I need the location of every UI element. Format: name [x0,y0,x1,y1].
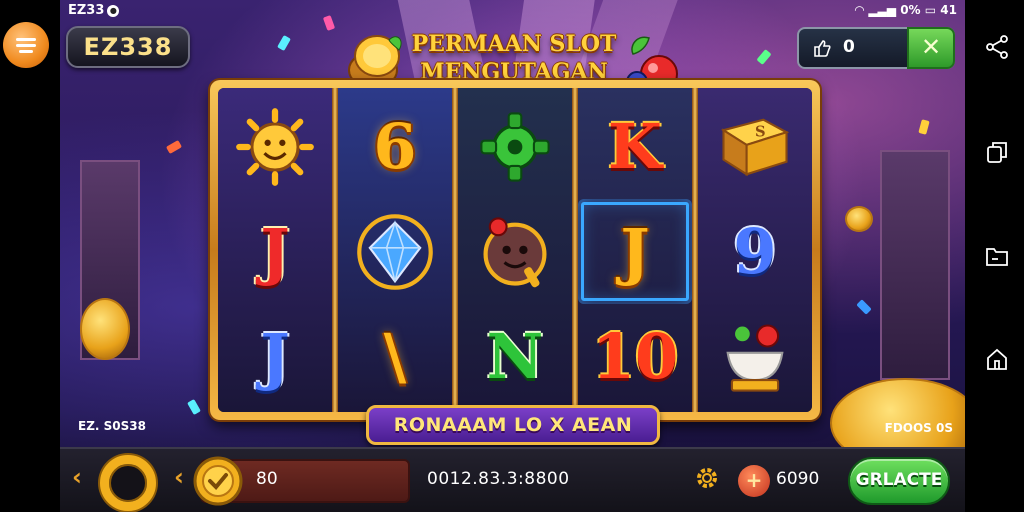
status-bar-left: EZ33 ● [68,3,120,18]
diamond-icon [357,213,433,290]
confetti [165,140,183,154]
reel-symbol: K [578,94,692,199]
close-button[interactable]: ✕ [907,27,955,69]
win-value: 0 [843,37,855,57]
corner-label-left: EZ. S0S38 [78,419,146,433]
confetti [856,299,872,315]
menu-bar-icon [19,50,33,53]
reel-symbol: S [698,94,812,199]
svg-text:S: S [755,123,766,140]
reel: 6 \ [338,88,452,412]
reel-symbol [338,199,452,304]
symbol-glyph: J [620,214,650,288]
green-gear-icon [480,111,550,182]
symbol-glyph: 9 [733,214,777,288]
promo-banner[interactable]: RONAAAM LO X AEAN [366,405,660,445]
title-text: PERMAAN SLOT MENGUTAGAN [409,30,619,86]
wifi-icon: ◠ [854,3,865,17]
symbol-glyph: \ [383,319,407,393]
credit-value: 6090 [776,469,820,489]
reel: N [458,88,572,412]
reel-symbol [458,94,572,199]
status-bar-right: ◠ ▂▃▅ 0% ▭ 41 [855,3,957,17]
confetti [277,34,291,52]
win-display: 0 ✕ [797,27,955,69]
bet-value: 80 [256,469,278,489]
screen: EZ33 ● ◠ ▂▃▅ 0% ▭ 41 EZ338 PERMAAN SLOT M… [0,0,1024,512]
balance-value: 0012.83.3:8800 [427,469,570,489]
confetti [918,119,930,135]
gold-block-icon: S [720,118,790,176]
reel: S9 [698,88,812,412]
reel-symbol: N [458,304,572,409]
reel-symbol [698,304,812,409]
back-icon[interactable] [984,346,1010,372]
status-extra: 41 [940,3,957,17]
menu-bar-icon [16,38,36,41]
reel-symbol: J [218,199,332,304]
share-icon[interactable] [984,34,1010,60]
coin-decoration [845,206,873,232]
reel-symbol: 6 [338,94,452,199]
reel-symbol [458,199,572,304]
confetti [756,49,772,65]
battery-text: 0% [900,3,921,17]
coin-check-icon [193,456,243,506]
chevron-left-icon[interactable]: ‹ [72,463,82,491]
action-button[interactable]: GRLACTE [848,457,950,505]
bottom-control-bar: ‹ ‹ 80 0012.83.3:8800 + 6090 GRLACTE [60,447,965,512]
corner-label-right: FDOOS 0S [884,421,953,435]
fruit-bowl-icon [726,323,784,392]
reels-frame: J J 6 \ N K J 10 S 9 [210,80,820,420]
reel-symbol: 9 [698,199,812,304]
reel-symbol: J [218,304,332,409]
plus-icon: + [745,468,763,492]
notification-badge-icon: ● [107,5,120,17]
coin-decoration [80,298,130,360]
creature-icon [483,216,547,287]
thumbs-up-icon [814,40,831,57]
symbol-glyph: J [260,214,290,288]
home-icon[interactable] [984,243,1010,269]
recent-apps-icon[interactable] [984,139,1010,165]
spin-ring-button[interactable] [100,455,156,511]
symbol-glyph: N [486,319,544,393]
confetti [187,398,201,416]
signal-icon: ▂▃▅ [868,3,897,17]
brand-logo[interactable]: EZ338 [66,26,190,68]
background-pillar [880,150,950,380]
symbol-glyph: 6 [373,109,417,183]
add-credit-button[interactable]: + [738,465,770,497]
system-nav-bar [965,0,1024,512]
title-line-1: PERMAAN SLOT [411,31,617,57]
reel-symbol: 10 [578,304,692,409]
menu-button[interactable] [3,22,49,68]
bet-decrease-chevron-icon[interactable]: ‹ [174,463,184,491]
sun-icon [236,107,314,186]
symbol-glyph: 10 [591,319,679,393]
battery-icon: ▭ [924,3,937,17]
reel-symbol [218,94,332,199]
reel: K J 10 [578,88,692,412]
reel-symbol: J [578,199,692,304]
symbol-glyph: K [608,109,662,183]
menu-bar-icon [16,44,36,47]
reels-grid: J J 6 \ N K J 10 S 9 [218,88,812,412]
reel-symbol: \ [338,304,452,409]
settings-gear-icon[interactable] [694,465,720,491]
confetti [322,15,336,31]
reel: JJ [218,88,332,412]
symbol-glyph: J [260,319,290,393]
game-area: EZ33 ● ◠ ▂▃▅ 0% ▭ 41 EZ338 PERMAAN SLOT M… [60,0,965,512]
close-icon: ✕ [920,33,942,61]
